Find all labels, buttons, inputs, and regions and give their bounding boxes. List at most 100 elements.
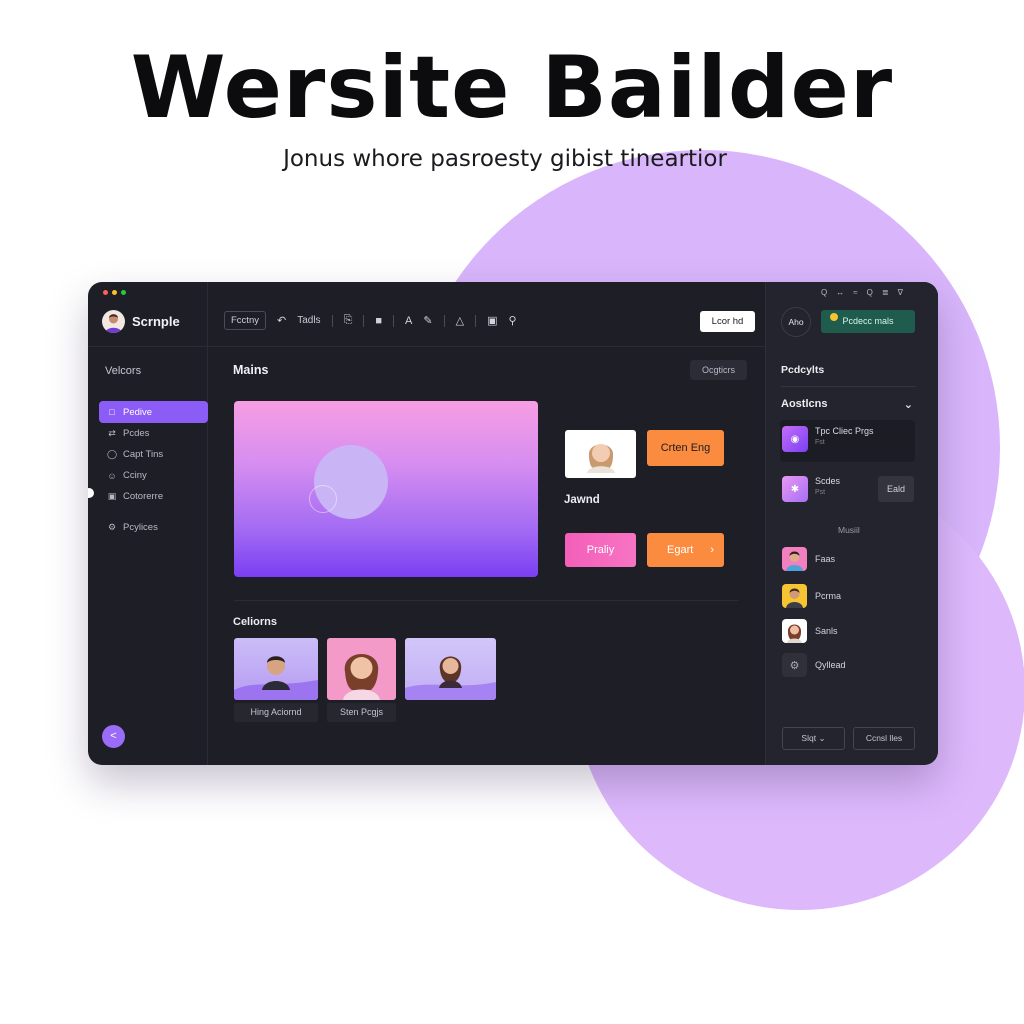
toolbar-separator — [331, 314, 333, 327]
sidebar-item-label: Pedive — [123, 406, 153, 418]
chevron-down-icon: ⌄ — [903, 399, 913, 411]
sidebar-item-pedive[interactable]: □ Pedive — [99, 401, 208, 423]
actions-accordion-header[interactable]: Aostlcns ⌄ — [781, 398, 913, 411]
status-dot-icon — [830, 313, 838, 321]
maximize-window-dot[interactable] — [121, 290, 126, 295]
list-item[interactable]: Sanls — [782, 619, 838, 643]
style-select-label: Slqt — [801, 733, 817, 743]
brand[interactable]: Scrnple — [102, 310, 180, 333]
list-item[interactable]: Pcrma — [782, 584, 841, 608]
right-panel — [765, 282, 938, 765]
action-row[interactable]: ✱ Scdes Pst — [782, 476, 840, 502]
minimize-window-dot[interactable] — [112, 290, 117, 295]
create-engine-button[interactable]: Crten Eng — [647, 430, 724, 466]
right-panel-title: Pcdcylts — [781, 364, 825, 376]
sidebar-heading: Velcors — [105, 365, 142, 377]
action-subtitle: Pst — [815, 489, 826, 496]
person-avatar-icon — [405, 656, 496, 700]
sidebar-item-pcdes[interactable]: ⇄ Pcdes — [99, 423, 208, 444]
zoom-icon[interactable]: Q — [867, 288, 873, 297]
profile-photo-card[interactable] — [565, 430, 636, 478]
sidebar-item-label: Pcylices — [123, 522, 158, 533]
pen-icon[interactable]: ✎ — [423, 314, 432, 327]
action-title: Tpc Cliec Prgs — [815, 426, 874, 436]
list-item[interactable]: ⚙ Qyllead — [782, 653, 846, 677]
gear-icon: ⚙ — [782, 653, 807, 677]
wave-icon[interactable]: ≈ — [853, 288, 857, 297]
sidebar-item-pcylices[interactable]: ⚙ Pcylices — [99, 517, 208, 538]
egart-button[interactable]: Egart › — [647, 533, 724, 567]
account-circle-button[interactable]: Aho — [781, 307, 811, 337]
menu-icon[interactable]: ≣ — [882, 288, 889, 297]
page-subtitle: Jonus whore pasroesty gibist tineartiоr — [283, 146, 727, 172]
clock-icon: ◯ — [107, 449, 118, 459]
sidebar-divider — [88, 346, 208, 347]
settings-icon: ⚙ — [107, 522, 117, 532]
person-avatar-icon — [343, 654, 380, 700]
style-select[interactable]: Slqt ⌄ — [782, 727, 845, 750]
app-window: Scrnple Velcors □ Pedive ⇄ Pcdes ◯ Capt … — [88, 282, 938, 765]
search-icon[interactable]: Q — [821, 288, 827, 297]
tools-menu[interactable]: Tadls — [297, 315, 320, 326]
toolbar-separator — [393, 314, 395, 327]
resize-icon[interactable]: ↔ — [836, 288, 844, 297]
page-icon: □ — [109, 407, 115, 417]
content-divider — [234, 600, 739, 601]
person-avatar-icon — [782, 619, 807, 643]
palette-icon: ▣ — [107, 491, 117, 501]
sidebar-item-capt-tins[interactable]: ◯ Capt Tins — [99, 444, 208, 465]
action-title: Scdes — [815, 476, 841, 486]
sidebar-nav: □ Pedive ⇄ Pcdes ◯ Capt Tins ☺ Cciny ▣ C… — [99, 401, 208, 538]
gallery-title: Celiorns — [233, 616, 278, 628]
square-icon[interactable]: ■ — [375, 315, 382, 327]
list-item-label: Sanls — [815, 626, 838, 636]
sidebar-item-cciny[interactable]: ☺ Cciny — [99, 465, 208, 486]
image-icon[interactable]: ▣ — [487, 314, 497, 327]
layers-icon[interactable]: ⎘ — [344, 314, 353, 327]
filter-icon[interactable]: ∇ — [898, 288, 903, 297]
sidebar-item-label: Capt Tins — [123, 449, 164, 460]
user-icon: ☺ — [107, 470, 117, 481]
close-window-dot[interactable] — [103, 290, 108, 295]
chevron-right-icon: › — [710, 544, 714, 556]
login-button[interactable]: Lcor hd — [700, 311, 755, 332]
toolbar: Fcctny ↶ Tadls ⎘ ■ A ✎ △ ▣ ⚲ — [224, 311, 517, 330]
pink-action-button[interactable]: Praliy — [565, 533, 636, 567]
gallery-caption: Sten Pcgjs — [327, 703, 396, 722]
list-item[interactable]: Faas — [782, 547, 835, 571]
section-label: Jawnd — [564, 494, 600, 506]
gallery-thumb[interactable] — [405, 638, 496, 700]
options-button[interactable]: Ocgticrs — [690, 360, 747, 380]
egart-button-label: Egart — [667, 544, 694, 556]
factory-button[interactable]: Fcctny — [224, 311, 266, 330]
user-avatar-icon — [102, 310, 125, 333]
sidebar-item-cotorerre[interactable]: ▣ Cotorerre — [99, 486, 208, 507]
collapse-sidebar-button[interactable]: < — [102, 725, 125, 748]
music-label: Musiil — [838, 525, 860, 535]
list-item-label: Qyllead — [815, 660, 846, 670]
right-panel-divider — [781, 386, 916, 387]
gallery-thumb[interactable] — [327, 638, 396, 700]
toolbar-separator — [363, 314, 365, 327]
toolbar-separator — [475, 314, 477, 327]
person-avatar-icon — [782, 584, 807, 608]
gallery-thumb[interactable] — [234, 638, 318, 700]
gradient-app-icon: ✱ — [782, 476, 808, 502]
person-avatar-icon — [234, 656, 318, 700]
code-icon: ⇄ — [108, 428, 116, 438]
create-tiles-button[interactable]: Ccnsl lles — [853, 727, 915, 750]
sidebar-item-label: Cciny — [123, 470, 147, 481]
undo-icon[interactable]: ↶ — [277, 314, 286, 327]
action-subtitle: Fst — [815, 439, 825, 446]
text-icon[interactable]: A — [405, 315, 412, 327]
search-icon[interactable]: ⚲ — [508, 314, 516, 327]
sidebar-item-label: Pcdes — [123, 428, 150, 439]
shape-icon[interactable]: △ — [456, 314, 464, 327]
actions-heading: Aostlcns — [781, 398, 828, 410]
action-row[interactable]: ◉ Tpc Cliec Prgs Fst — [782, 426, 874, 452]
gallery-caption: Hing Aciornd — [234, 703, 318, 722]
hero-image-canvas[interactable] — [234, 401, 538, 577]
toolbar-divider — [208, 346, 765, 347]
edit-button[interactable]: Eald — [878, 476, 914, 502]
list-item-label: Faas — [815, 554, 836, 564]
